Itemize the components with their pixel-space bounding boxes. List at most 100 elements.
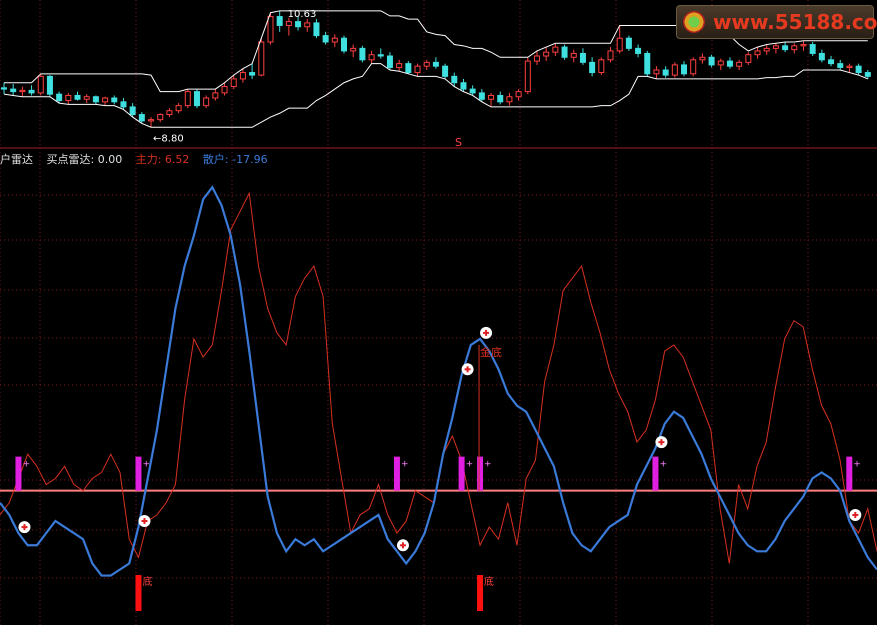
candle-body xyxy=(653,69,660,75)
candle-body xyxy=(239,72,246,80)
candle-body xyxy=(442,65,449,77)
candle-body xyxy=(212,92,219,99)
candle-body xyxy=(589,61,596,74)
candle-body xyxy=(203,97,210,107)
candle-body xyxy=(157,114,164,121)
main-force-line xyxy=(0,191,877,564)
candle-body xyxy=(809,44,816,54)
chart-stage: 10.63 ←8.80 S + + + + + + + 底 底 金底 www.55188.com 户雷达… xyxy=(0,0,877,625)
candle-body xyxy=(37,75,44,94)
candle-body xyxy=(1,87,7,90)
candle-body xyxy=(432,61,439,67)
candle-body xyxy=(488,94,495,100)
candle-body xyxy=(377,54,384,57)
candle-body xyxy=(828,59,835,65)
candle-body xyxy=(28,89,35,94)
candle-body xyxy=(662,69,669,76)
bottom-signal-label: 底 xyxy=(142,575,152,588)
candle-body xyxy=(607,50,614,61)
candle-body xyxy=(543,51,550,57)
candle-body xyxy=(699,56,706,61)
site-watermark: www.55188.com xyxy=(676,5,877,39)
candle-body xyxy=(635,47,642,54)
candle-body xyxy=(533,55,540,62)
candle-body xyxy=(717,60,724,66)
candle-body xyxy=(258,41,265,76)
bottom-signal-bar xyxy=(135,575,142,611)
buy-signal-plus: + xyxy=(484,460,492,470)
candle-body xyxy=(295,21,302,28)
buy-signal-plus: + xyxy=(853,460,861,470)
candle-body xyxy=(56,93,63,102)
main-force-value: 主力: 6.52 xyxy=(135,153,190,166)
candle-body xyxy=(313,22,320,37)
candle-body xyxy=(763,47,770,52)
candle-body xyxy=(193,91,200,107)
candle-body xyxy=(754,50,761,56)
candle-body xyxy=(552,46,559,53)
candle-body xyxy=(570,52,577,58)
candle-body xyxy=(451,75,458,84)
buy-signal-bar xyxy=(135,456,142,491)
chart-canvas: 10.63 ←8.80 S + + + + + + + 底 底 金底 xyxy=(0,0,877,625)
buy-signal-bar xyxy=(846,456,853,491)
candle-body xyxy=(285,21,292,26)
candle-body xyxy=(855,65,862,74)
bottom-signal-label: 底 xyxy=(484,575,494,588)
indicator-legend: 户雷达 买点雷达: 0.00 主力: 6.52 散户: -17.96 xyxy=(0,151,278,167)
candle-body xyxy=(65,94,72,102)
candle-body xyxy=(478,92,485,100)
buy-radar-value: 买点雷达: 0.00 xyxy=(46,153,123,166)
candle-body xyxy=(221,86,228,94)
candle-body xyxy=(644,52,651,75)
buy-signal-plus: + xyxy=(22,460,30,470)
buy-signal-bar xyxy=(458,456,465,491)
candle-body xyxy=(818,52,825,61)
channel-lower-line xyxy=(3,63,869,128)
logo-icon xyxy=(683,11,705,33)
candle-body xyxy=(726,60,733,67)
candle-body xyxy=(846,65,853,68)
candle-body xyxy=(515,91,522,98)
indicator-name: 户雷达 xyxy=(0,153,33,166)
candle-body xyxy=(249,72,256,76)
candle-body xyxy=(736,61,743,67)
candle-body xyxy=(129,106,136,116)
candle-body xyxy=(184,91,191,107)
candle-body xyxy=(745,54,752,63)
candle-body xyxy=(120,101,127,108)
candle-body xyxy=(74,94,81,100)
retail-value: 散户: -17.96 xyxy=(202,153,268,166)
candle-body xyxy=(864,72,871,77)
candle-body xyxy=(423,61,430,67)
buy-signal-bar xyxy=(15,456,22,491)
candle-body xyxy=(92,96,99,103)
candle-body xyxy=(230,78,237,88)
candle-body xyxy=(331,37,338,43)
watermark-text: www.55188.com xyxy=(713,10,877,34)
candle-body xyxy=(19,89,26,93)
candle-body xyxy=(267,16,274,43)
candle-body xyxy=(625,37,632,49)
candle-body xyxy=(469,88,476,94)
candle-body xyxy=(350,47,357,52)
candle-body xyxy=(579,52,586,63)
buy-signal-plus: + xyxy=(466,460,474,470)
candle-body xyxy=(276,16,283,26)
buy-signal-plus: + xyxy=(142,460,150,470)
candle-body xyxy=(772,45,779,49)
candle-body xyxy=(359,47,366,61)
candle-body xyxy=(405,63,412,74)
candle-body xyxy=(800,44,807,47)
candle-body xyxy=(671,64,678,76)
candle-body xyxy=(837,63,844,68)
buy-signal-bar xyxy=(393,456,400,491)
candle-body xyxy=(524,60,531,93)
gold-bottom-label: 金底 xyxy=(480,345,502,359)
candle-body xyxy=(561,46,568,58)
candle-body xyxy=(341,37,348,52)
candle-body xyxy=(681,64,688,75)
candle-body xyxy=(598,59,605,74)
price-high-label: 10.63 xyxy=(288,9,317,20)
price-low-label: ←8.80 xyxy=(153,133,184,144)
